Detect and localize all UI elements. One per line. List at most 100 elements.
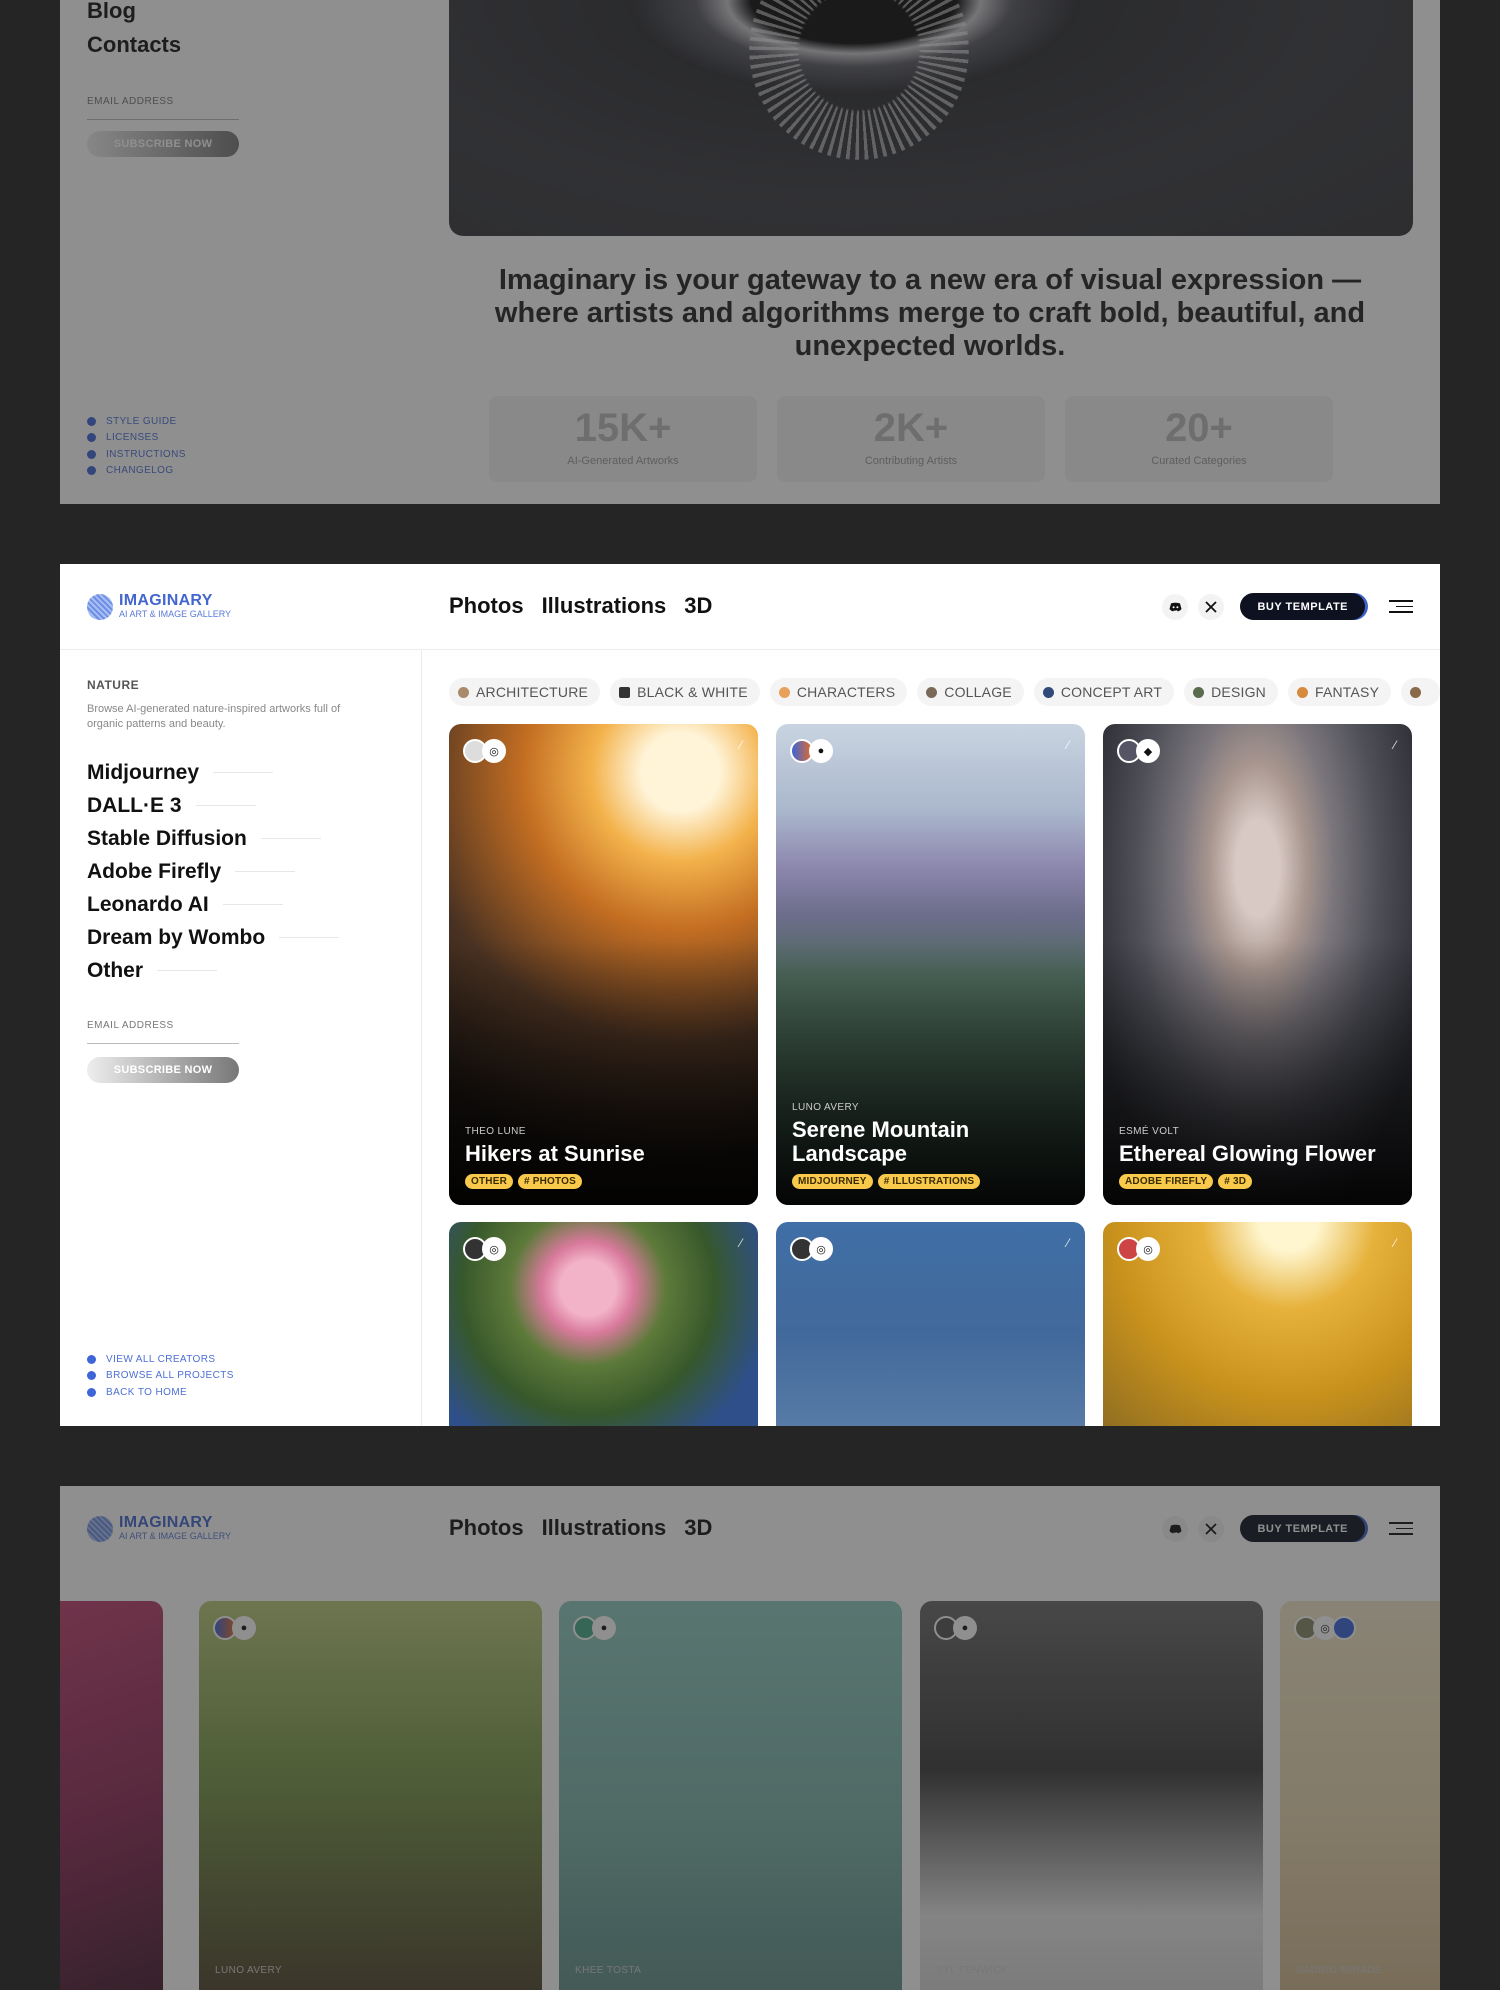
chip-black-white[interactable]: BLACK & WHITE <box>610 678 760 706</box>
card-author[interactable]: THEO LUNE <box>465 1126 744 1137</box>
pencil-icon[interactable]: ⁄ <box>1394 738 1396 752</box>
model-midjourney[interactable]: Midjourney <box>87 756 339 789</box>
stat-artists: 2K+ Contributing Artists <box>777 396 1045 482</box>
planet-icon[interactable]: ● <box>232 1616 256 1640</box>
instagram-icon[interactable]: ◎ <box>809 1237 833 1261</box>
model-leonardo-ai[interactable]: Leonardo AI <box>87 888 339 921</box>
category-icon <box>1410 686 1422 698</box>
logo-subtitle: AI ART & IMAGE GALLERY <box>119 1531 232 1541</box>
model-stable-diffusion[interactable]: Stable Diffusion <box>87 822 339 855</box>
nav-illustrations[interactable]: Illustrations <box>542 593 667 619</box>
logo-title: IMAGINARY <box>119 1514 213 1531</box>
buy-template-button[interactable]: BUY TEMPLATE <box>1240 1515 1365 1542</box>
nav-photos[interactable]: Photos <box>449 1515 524 1541</box>
creator-avatars: ◎ <box>463 1237 506 1261</box>
tag-category[interactable]: # 3D <box>1218 1174 1253 1189</box>
nav-link-blog[interactable]: Blog <box>87 0 136 24</box>
subscribe-button[interactable]: SUBSCRIBE NOW <box>87 1057 239 1083</box>
link-back-to-home[interactable]: BACK TO HOME <box>87 1384 234 1401</box>
subscribe-button[interactable]: SUBSCRIBE NOW <box>87 131 239 157</box>
chip-design[interactable]: DESIGN <box>1184 678 1278 706</box>
email-label: EMAIL ADDRESS <box>87 96 174 107</box>
chip-more[interactable] <box>1401 678 1440 706</box>
planet-icon[interactable]: ● <box>953 1616 977 1640</box>
sidebar-links: VIEW ALL CREATORS BROWSE ALL PROJECTS BA… <box>87 1351 234 1401</box>
artwork-card[interactable]: ◆ ⁄ ESMÉ VOLT Ethereal Glowing Flower AD… <box>1103 724 1412 1205</box>
pencil-icon[interactable]: ⁄ <box>740 1236 742 1250</box>
planet-icon[interactable]: ● <box>592 1616 616 1640</box>
email-field[interactable] <box>87 1043 239 1044</box>
logo-title: IMAGINARY <box>119 592 213 609</box>
link-instructions[interactable]: INSTRUCTIONS <box>87 446 186 463</box>
artwork-card[interactable]: ● ⁄ LUNO AVERY Serene Mountain Landscape… <box>776 724 1085 1205</box>
site-header: IMAGINARY AI ART & IMAGE GALLERY Photos … <box>60 1486 1440 1572</box>
chip-architecture[interactable]: ARCHITECTURE <box>449 678 601 706</box>
link-browse-all-projects[interactable]: BROWSE ALL PROJECTS <box>87 1368 234 1385</box>
pencil-icon[interactable]: ⁄ <box>1067 738 1069 752</box>
card-author: SYL FENWICK <box>936 1965 1008 1976</box>
nav-3d[interactable]: 3D <box>684 593 712 619</box>
bullet-icon <box>87 1371 96 1381</box>
nav-3d[interactable]: 3D <box>684 1515 712 1541</box>
menu-icon[interactable] <box>1389 600 1413 613</box>
instagram-icon[interactable]: ◎ <box>482 739 506 763</box>
creator-avatars: ◎ <box>790 1237 833 1261</box>
instagram-icon[interactable]: ◎ <box>482 1237 506 1261</box>
artwork-card[interactable]: ● SYL FENWICK <box>920 1601 1263 1990</box>
artwork-card[interactable]: ◎ ⁄ <box>1103 1222 1412 1426</box>
link-licenses[interactable]: LICENSES <box>87 430 186 447</box>
nav-illustrations[interactable]: Illustrations <box>542 1515 667 1541</box>
nav-photos[interactable]: Photos <box>449 593 524 619</box>
card-title[interactable]: Ethereal Glowing Flower <box>1119 1142 1398 1166</box>
artwork-card[interactable]: ● KHEE TOSTA <box>559 1601 902 1990</box>
tag-model[interactable]: ADOBE FIREFLY <box>1119 1174 1214 1189</box>
pencil-icon[interactable]: ⁄ <box>740 738 742 752</box>
stat-value: 2K+ <box>873 406 949 450</box>
link-view-all-creators[interactable]: VIEW ALL CREATORS <box>87 1351 234 1368</box>
discord-icon[interactable] <box>1162 593 1189 620</box>
planet-icon[interactable]: ● <box>809 739 833 763</box>
card-title[interactable]: Hikers at Sunrise <box>465 1142 744 1166</box>
card-author[interactable]: LUNO AVERY <box>792 1102 1071 1113</box>
bullet-icon <box>87 466 96 476</box>
chip-characters[interactable]: CHARACTERS <box>769 678 908 706</box>
model-adobe-firefly[interactable]: Adobe Firefly <box>87 855 339 888</box>
model-other[interactable]: Other <box>87 954 339 987</box>
pencil-icon[interactable]: ⁄ <box>1067 1236 1069 1250</box>
artwork-card[interactable]: ◎ NADIRO MIRADE <box>1280 1601 1440 1990</box>
pencil-icon[interactable]: ⁄ <box>1394 1236 1396 1250</box>
artwork-card[interactable] <box>60 1601 163 1990</box>
card-author[interactable]: ESMÉ VOLT <box>1119 1126 1398 1137</box>
menu-icon[interactable] <box>1389 1522 1413 1535</box>
instagram-icon[interactable]: ◎ <box>1136 1237 1160 1261</box>
tag-category[interactable]: # ILLUSTRATIONS <box>877 1174 981 1189</box>
crown-icon[interactable] <box>1332 1616 1356 1640</box>
x-icon[interactable] <box>1198 593 1225 620</box>
nav-link-contacts[interactable]: Contacts <box>87 32 181 58</box>
card-info: THEO LUNE Hikers at Sunrise OTHER # PHOT… <box>465 1126 744 1189</box>
link-changelog[interactable]: CHANGELOG <box>87 463 186 480</box>
email-field[interactable] <box>87 119 239 120</box>
logo[interactable]: IMAGINARY AI ART & IMAGE GALLERY <box>87 593 231 620</box>
tag-category[interactable]: # PHOTOS <box>518 1174 582 1189</box>
x-icon[interactable] <box>1198 1515 1225 1542</box>
discord-icon[interactable] <box>1162 1515 1189 1542</box>
tag-model[interactable]: OTHER <box>465 1174 513 1189</box>
chip-collage[interactable]: COLLAGE <box>917 678 1024 706</box>
model-dalle-3[interactable]: DALL·E 3 <box>87 789 339 822</box>
buy-template-button[interactable]: BUY TEMPLATE <box>1240 593 1365 620</box>
cube-icon[interactable]: ◆ <box>1136 739 1160 763</box>
card-title[interactable]: Serene Mountain Landscape <box>792 1118 1071 1166</box>
logo[interactable]: IMAGINARY AI ART & IMAGE GALLERY <box>87 1515 231 1542</box>
stat-categories: 20+ Curated Categories <box>1065 396 1333 482</box>
artwork-card[interactable]: ● LUNO AVERY <box>199 1601 542 1990</box>
artwork-card[interactable]: ◎ ⁄ <box>449 1222 758 1426</box>
model-dream-by-wombo[interactable]: Dream by Wombo <box>87 921 340 954</box>
creator-avatars: ◎ <box>463 739 506 763</box>
link-style-guide[interactable]: STYLE GUIDE <box>87 413 186 430</box>
chip-concept-art[interactable]: CONCEPT ART <box>1033 678 1175 706</box>
artwork-card[interactable]: ◎ ⁄ <box>776 1222 1085 1426</box>
chip-fantasy[interactable]: FANTASY <box>1287 678 1392 706</box>
tag-model[interactable]: MIDJOURNEY <box>792 1174 873 1189</box>
artwork-card[interactable]: ◎ ⁄ THEO LUNE Hikers at Sunrise OTHER # … <box>449 724 758 1205</box>
